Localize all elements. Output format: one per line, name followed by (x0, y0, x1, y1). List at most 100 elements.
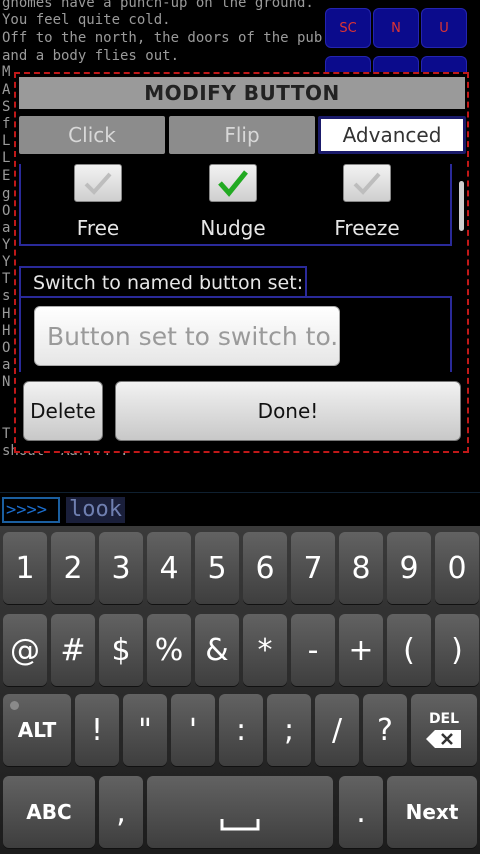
key-slash[interactable]: / (315, 694, 359, 766)
alt-indicator-icon (10, 701, 19, 710)
key-label: ( (403, 632, 415, 668)
tab-click[interactable]: Click (19, 116, 165, 154)
free-option[interactable]: Free (38, 164, 158, 240)
shortcut-button-up[interactable]: U (421, 8, 467, 48)
key-dollar[interactable]: $ (99, 614, 143, 686)
check-icon (84, 172, 112, 195)
key-colon[interactable]: : (219, 694, 263, 766)
key-0[interactable]: 0 (435, 532, 479, 604)
key-9[interactable]: 9 (387, 532, 431, 604)
key-label: + (348, 632, 374, 668)
key-comma[interactable]: , (99, 776, 143, 848)
alt-key[interactable]: ALT (3, 694, 71, 766)
key-label: 1 (15, 550, 35, 586)
key-minus[interactable]: - (291, 614, 335, 686)
terminal-line: a (2, 220, 11, 236)
key-single-quote[interactable]: ' (171, 694, 215, 766)
delete-button[interactable]: Delete (23, 381, 103, 441)
key-label: 8 (351, 550, 371, 586)
key-label: $ (111, 632, 131, 668)
terminal-line: T (2, 271, 11, 287)
key-8[interactable]: 8 (339, 532, 383, 604)
key-5[interactable]: 5 (195, 532, 239, 604)
key-6[interactable]: 6 (243, 532, 287, 604)
key-at[interactable]: @ (3, 614, 47, 686)
switch-set-label: Switch to named button set: (19, 266, 307, 298)
key-ampersand[interactable]: & (195, 614, 239, 686)
key-hash[interactable]: # (51, 614, 95, 686)
check-icon (353, 172, 381, 195)
terminal-line: S (2, 99, 11, 115)
key-exclamation[interactable]: ! (75, 694, 119, 766)
key-label: Next (405, 800, 459, 824)
free-label: Free (76, 216, 120, 240)
key-label: @ (10, 632, 40, 668)
named-set-input[interactable] (34, 306, 340, 366)
key-label: # (60, 632, 86, 668)
key-plus[interactable]: + (339, 614, 383, 686)
key-3[interactable]: 3 (99, 532, 143, 604)
freeze-checkbox[interactable] (343, 164, 391, 202)
key-4[interactable]: 4 (147, 532, 191, 604)
tab-advanced[interactable]: Advanced (318, 116, 466, 154)
terminal-line: L (2, 133, 11, 149)
terminal-line: a (2, 357, 11, 373)
terminal-line: Off to the north, the doors of the pub o… (2, 30, 365, 46)
key-close-paren[interactable]: ) (435, 614, 479, 686)
key-label: " (138, 712, 152, 748)
terminal-line: g (2, 186, 11, 202)
key-label: DEL (428, 711, 460, 727)
key-label: / (331, 712, 343, 748)
key-label: ) (451, 632, 463, 668)
key-label: ? (377, 712, 393, 748)
key-label: : (235, 712, 247, 748)
nudge-checkbox[interactable] (209, 164, 257, 202)
space-key[interactable] (147, 776, 333, 848)
delete-key[interactable]: DEL (411, 694, 477, 766)
key-label: 5 (207, 550, 227, 586)
key-open-paren[interactable]: ( (387, 614, 431, 686)
key-label: ! (90, 712, 104, 748)
command-line: >>>> look (0, 492, 480, 526)
shortcut-button-north[interactable]: N (373, 8, 419, 48)
key-double-quote[interactable]: " (123, 694, 167, 766)
key-asterisk[interactable]: * (243, 614, 287, 686)
key-label: % (154, 632, 184, 668)
terminal-line: Y (2, 237, 11, 253)
key-label: . (356, 794, 366, 830)
key-period[interactable]: . (339, 776, 383, 848)
key-label: ALT (17, 718, 57, 742)
key-2[interactable]: 2 (51, 532, 95, 604)
terminal-line: s (2, 288, 11, 304)
key-7[interactable]: 7 (291, 532, 335, 604)
nudge-option[interactable]: Nudge (173, 164, 293, 240)
backspace-icon (426, 730, 461, 748)
terminal-line: N (2, 374, 11, 390)
terminal-line: f (2, 116, 11, 132)
terminal-line: O (2, 203, 11, 219)
key-label: * (257, 632, 273, 668)
terminal-line: A (2, 82, 11, 98)
terminal-line: O (2, 340, 11, 356)
key-label: 0 (447, 550, 467, 586)
freeze-option[interactable]: Freeze (307, 164, 427, 240)
key-semicolon[interactable]: ; (267, 694, 311, 766)
command-input[interactable]: look (66, 497, 125, 523)
key-label: 6 (255, 550, 275, 586)
prompt-icon: >>>> (2, 497, 60, 523)
abc-key[interactable]: ABC (3, 776, 95, 848)
key-label: ABC (26, 800, 72, 824)
terminal-line: H (2, 323, 11, 339)
shortcut-button-label: N (391, 20, 401, 36)
free-checkbox[interactable] (74, 164, 122, 202)
terminal-line: M (2, 64, 11, 80)
key-question[interactable]: ? (363, 694, 407, 766)
done-button[interactable]: Done! (115, 381, 461, 441)
next-key[interactable]: Next (387, 776, 477, 848)
key-label: ' (188, 712, 198, 748)
key-1[interactable]: 1 (3, 532, 47, 604)
tab-flip[interactable]: Flip (169, 116, 315, 154)
scrollbar[interactable] (459, 181, 464, 231)
key-percent[interactable]: % (147, 614, 191, 686)
shortcut-button-sc[interactable]: SC (325, 8, 371, 48)
